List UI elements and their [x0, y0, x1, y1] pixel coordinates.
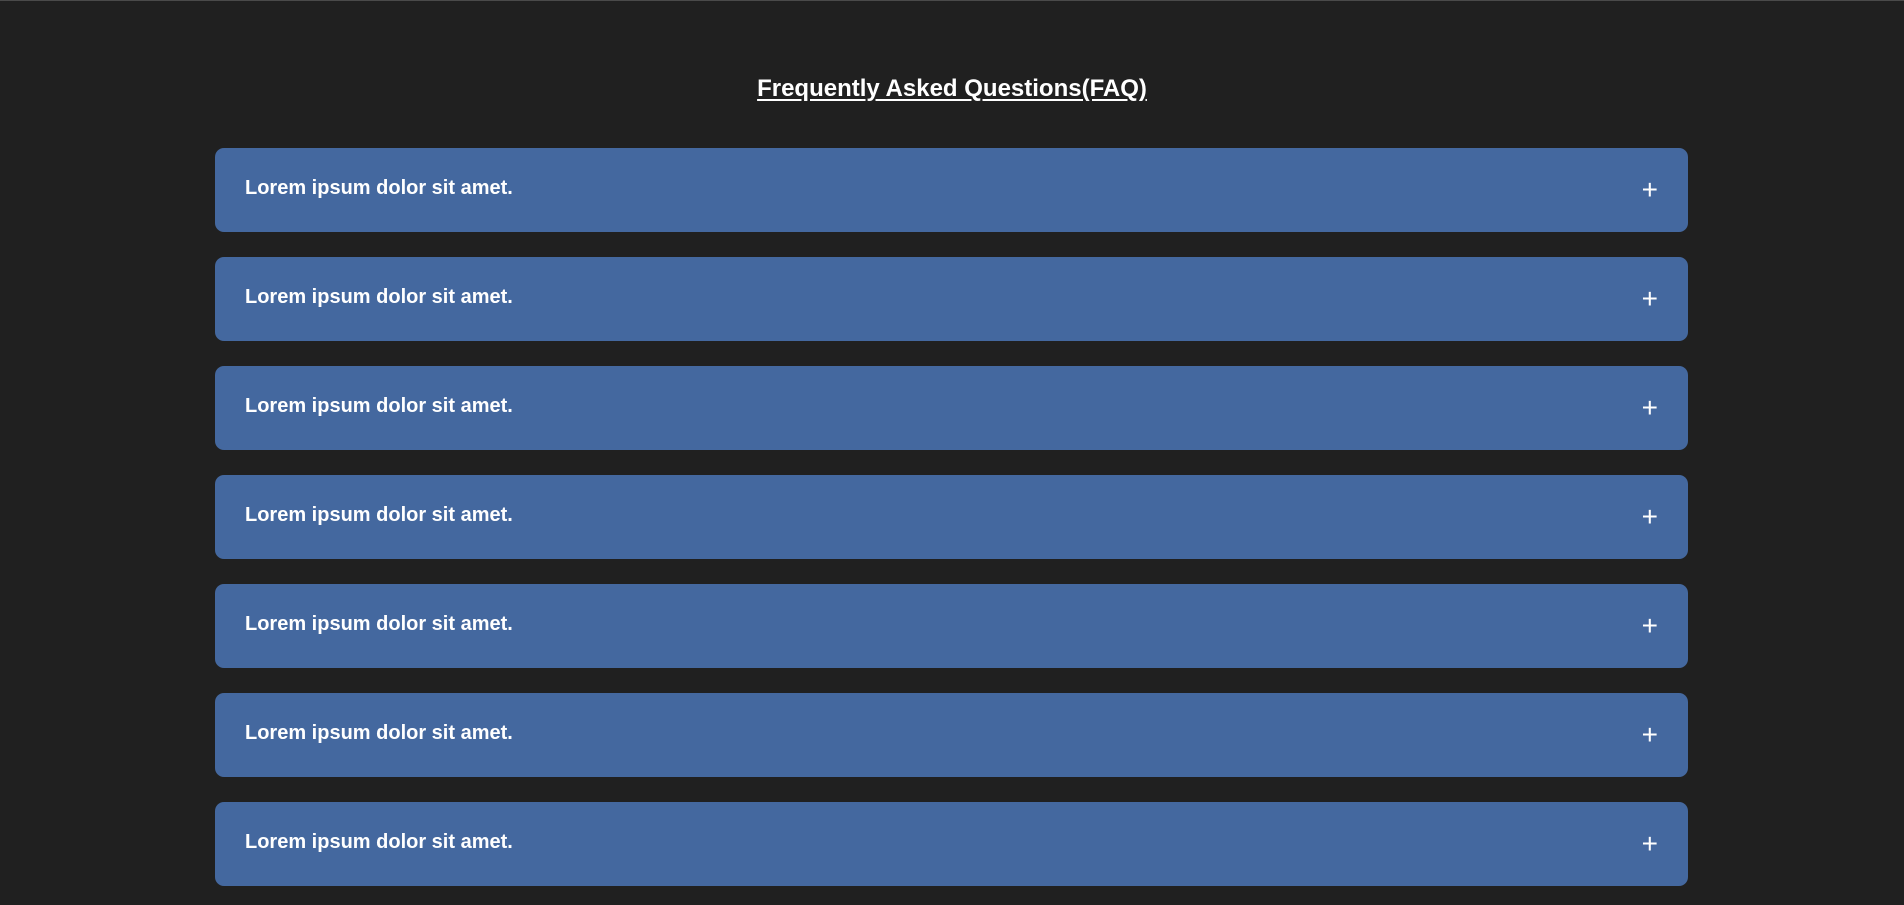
faq-question: Lorem ipsum dolor sit amet.: [245, 613, 513, 635]
faq-item-7[interactable]: Lorem ipsum dolor sit amet. +: [215, 802, 1688, 886]
plus-icon[interactable]: +: [1642, 693, 1658, 777]
plus-icon[interactable]: +: [1642, 366, 1658, 450]
faq-item-2[interactable]: Lorem ipsum dolor sit amet. +: [215, 257, 1688, 341]
plus-icon[interactable]: +: [1642, 475, 1658, 559]
page-title: Frequently Asked Questions(FAQ): [757, 75, 1147, 102]
faq-item-6[interactable]: Lorem ipsum dolor sit amet. +: [215, 693, 1688, 777]
faq-question: Lorem ipsum dolor sit amet.: [245, 286, 513, 308]
plus-icon[interactable]: +: [1642, 257, 1658, 341]
plus-icon[interactable]: +: [1642, 802, 1658, 886]
faq-item-3[interactable]: Lorem ipsum dolor sit amet. +: [215, 366, 1688, 450]
faq-question: Lorem ipsum dolor sit amet.: [245, 177, 513, 199]
faq-question: Lorem ipsum dolor sit amet.: [245, 395, 513, 417]
plus-icon[interactable]: +: [1642, 584, 1658, 668]
plus-icon[interactable]: +: [1642, 148, 1658, 232]
faq-page: Frequently Asked Questions(FAQ) Lorem ip…: [0, 0, 1904, 905]
faq-item-4[interactable]: Lorem ipsum dolor sit amet. +: [215, 475, 1688, 559]
faq-item-5[interactable]: Lorem ipsum dolor sit amet. +: [215, 584, 1688, 668]
faq-question: Lorem ipsum dolor sit amet.: [245, 722, 513, 744]
faq-accordion: Lorem ipsum dolor sit amet. + Lorem ipsu…: [215, 148, 1688, 905]
faq-question: Lorem ipsum dolor sit amet.: [245, 504, 513, 526]
faq-item-1[interactable]: Lorem ipsum dolor sit amet. +: [215, 148, 1688, 232]
faq-question: Lorem ipsum dolor sit amet.: [245, 831, 513, 853]
